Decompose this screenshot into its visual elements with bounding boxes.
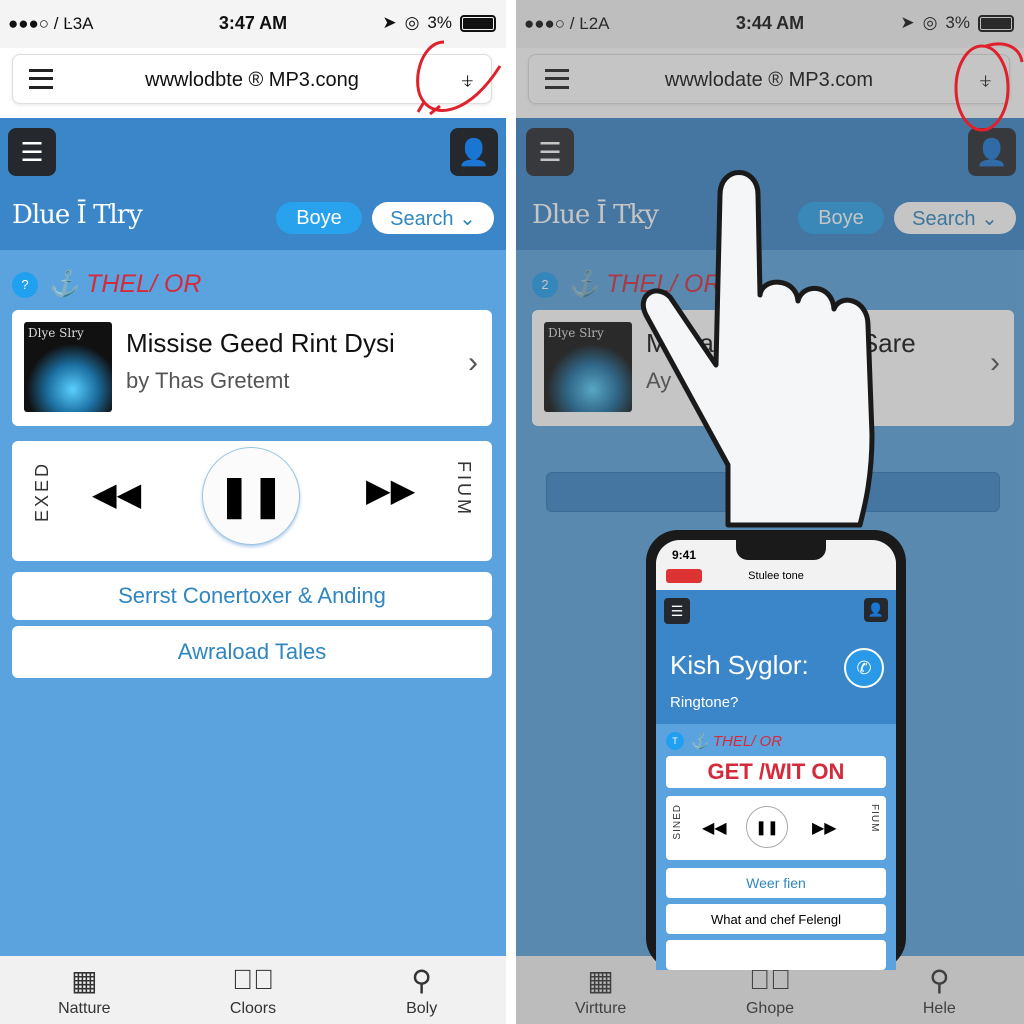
search-icon: ⚲ (411, 965, 432, 996)
tab-bar: ▦ Natture ✓⃝ Cloors ⚲ Boly (0, 956, 506, 1024)
inner-list-item (666, 940, 886, 970)
grid-book-icon: ▦ (71, 965, 98, 996)
inner-badge: T (666, 732, 684, 750)
check-circle-icon: ✓⃝ (232, 964, 274, 995)
boye-button[interactable]: Boye (276, 202, 362, 234)
track-card[interactable]: Dlye Slry Missise Geed Rint Dysi by Thas… (12, 310, 492, 426)
right-vertical-label: FIUM (454, 461, 474, 517)
battery-percent: 3% (945, 13, 970, 32)
location-icon: ➤ (900, 13, 915, 32)
inner-phone: 9:41 Stulee tone ☰ 👤 Kish Syglor: ✆ Ring… (646, 530, 906, 970)
fast-forward-icon[interactable]: ▶▶ (366, 471, 415, 509)
search-dropdown[interactable]: Search ⌄ (372, 202, 494, 234)
tab-boly[interactable]: ⚲ Boly (337, 956, 506, 1024)
site-logo: Dlue Ī Tlry (12, 200, 143, 230)
inner-button-2[interactable]: What and chef Felengl (666, 904, 886, 934)
search-icon: ⚲ (929, 965, 950, 996)
player-controls: EXED ◀◀ ❚❚ ▶▶ FIUM (12, 441, 492, 561)
right-screenshot: ●●●○ / Ŀ2A 3:44 AM ➤ ◎ 3% wwwlodate ® MP3.… (516, 0, 1024, 1024)
action-button-1[interactable]: Serrst Conertoxer & Anding (12, 572, 492, 620)
red-circle-annotation (954, 42, 1024, 132)
tab-cloors[interactable]: ✓⃝ Cloors (169, 956, 338, 1024)
alarm-icon: ◎ (404, 13, 420, 32)
chevron-right-icon[interactable]: › (468, 346, 478, 380)
main-content: ? ⚓ THEL/ OR Dlye Slry Missise Geed Rint … (0, 250, 506, 956)
tab-nature[interactable]: ▦ Natture (0, 956, 169, 1024)
help-badge[interactable]: 2 (532, 271, 558, 298)
section-label: ⚓ THEL/ OR (48, 270, 202, 298)
notch (736, 540, 826, 560)
left-screenshot: ●●●○ / Ŀ3A 3:47 AM ➤ ◎ 3% wwwlodbte ® MP3.… (0, 0, 506, 1024)
inner-section-label: ⚓ THEL/ OR (690, 733, 783, 750)
battery-percent: 3% (427, 13, 452, 32)
album-art: Dlye Slry (544, 322, 632, 412)
left-vertical-label: EXED (32, 461, 52, 523)
battery-icon (978, 14, 1014, 32)
red-circle-annotation (416, 40, 502, 116)
inner-menu-button[interactable]: ☰ (664, 598, 690, 624)
inner-page-title: Stulee tone (748, 570, 804, 582)
site-menu-button[interactable]: ☰ (526, 128, 574, 176)
album-art: Dlye Slry (24, 322, 112, 412)
profile-button[interactable]: 👤 (450, 128, 498, 176)
battery-icon (460, 14, 496, 32)
inner-subheading: Ringtone? (670, 694, 739, 711)
inner-profile-button[interactable]: 👤 (864, 598, 888, 622)
pointing-hand-icon (640, 170, 875, 528)
rewind-icon[interactable]: ◀◀ (702, 818, 727, 838)
pause-button[interactable]: ❚❚ (746, 806, 788, 848)
location-icon: ➤ (382, 13, 397, 32)
get-it-on-button[interactable]: GET /WIT ON (666, 756, 886, 788)
help-badge[interactable]: ? (12, 271, 38, 298)
site-header: ☰ 👤 Dlue Ī Tlry Boye Search ⌄ (0, 118, 506, 250)
inner-heading: Kish Syglor: (670, 650, 809, 680)
inner-status-time: 9:41 (672, 548, 697, 562)
search-dropdown[interactable]: Search ⌄ (894, 202, 1016, 234)
action-button-2[interactable]: Awraload Tales (12, 626, 492, 678)
track-artist: by Thas Gretemt (126, 368, 290, 393)
alarm-icon: ◎ (922, 13, 938, 32)
fast-forward-icon[interactable]: ▶▶ (812, 818, 837, 838)
grid-book-icon: ▦ (587, 965, 614, 996)
rewind-icon[interactable]: ◀◀ (92, 475, 141, 513)
inner-player-controls: SINED ◀◀ ❚❚ ▶▶ FIUM (666, 796, 886, 860)
track-title: Missise Geed Rint Dysi (126, 328, 395, 358)
pause-button[interactable]: ❚❚ (202, 447, 300, 545)
chevron-right-icon[interactable]: › (990, 346, 1000, 380)
site-menu-button[interactable]: ☰ (8, 128, 56, 176)
phone-call-icon[interactable]: ✆ (844, 648, 884, 688)
inner-button-1[interactable]: Weer fien (666, 868, 886, 898)
